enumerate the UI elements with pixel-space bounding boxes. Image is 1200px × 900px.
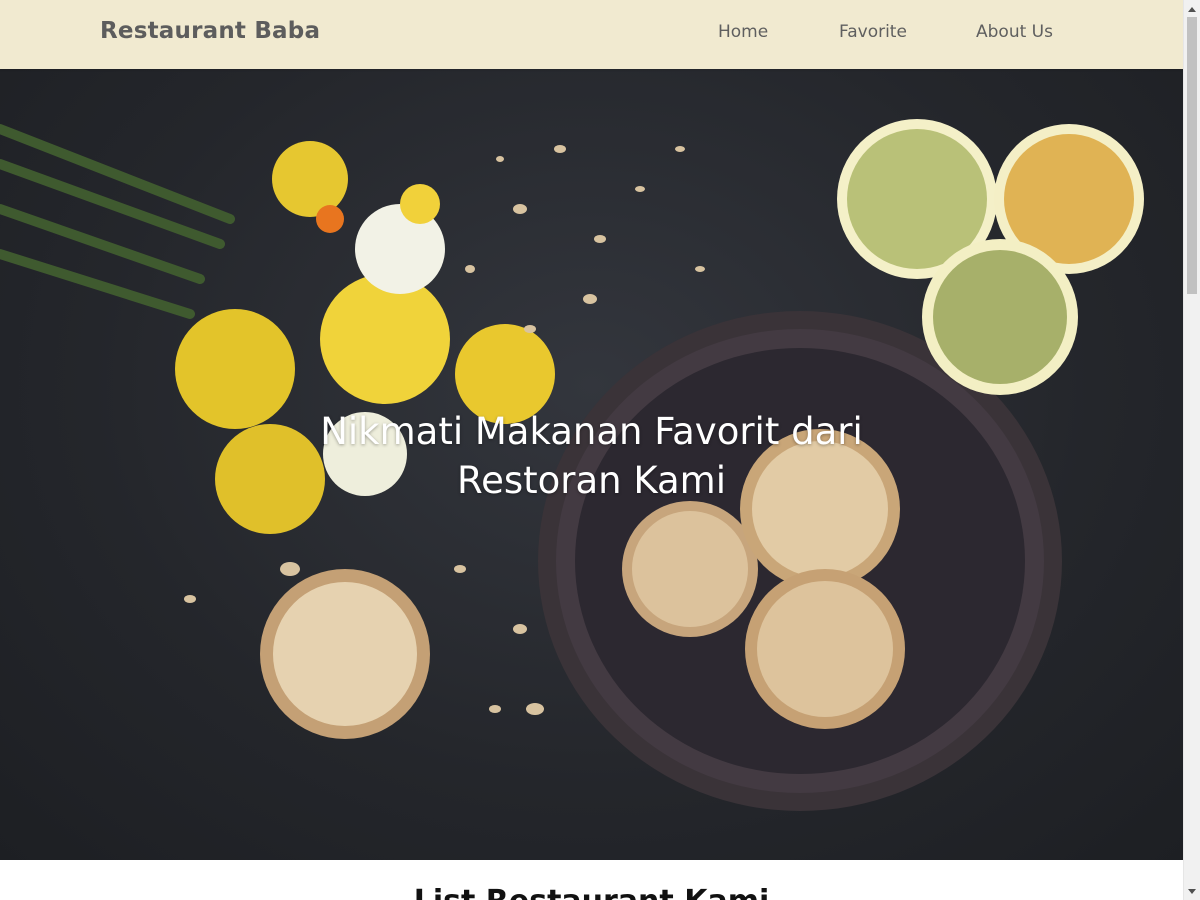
scrollbar-thumb[interactable] <box>1187 17 1197 294</box>
nav-about-link[interactable]: About Us <box>976 22 1053 42</box>
hero-title: Nikmati Makanan Favorit dari Restoran Ka… <box>0 407 1183 505</box>
hero-title-line1: Nikmati Makanan Favorit dari <box>320 410 863 453</box>
restaurant-list-heading: List Restaurant Kami <box>0 884 1183 900</box>
main-nav: Home Favorite About Us <box>0 22 1183 48</box>
hero-title-line2: Restoran Kami <box>457 459 726 502</box>
hero-section: Nikmati Makanan Favorit dari Restoran Ka… <box>0 69 1183 860</box>
flower-stems-shape <box>0 124 235 319</box>
nav-home-link[interactable]: Home <box>718 22 768 42</box>
page-scrollbar[interactable] <box>1183 0 1200 900</box>
scroll-down-arrow-icon[interactable] <box>1184 883 1200 900</box>
site-header: Restaurant Baba Home Favorite About Us <box>0 0 1183 69</box>
page: Restaurant Baba Home Favorite About Us N… <box>0 0 1183 900</box>
nav-favorite-link[interactable]: Favorite <box>839 22 907 42</box>
scroll-up-arrow-icon[interactable] <box>1184 0 1200 17</box>
